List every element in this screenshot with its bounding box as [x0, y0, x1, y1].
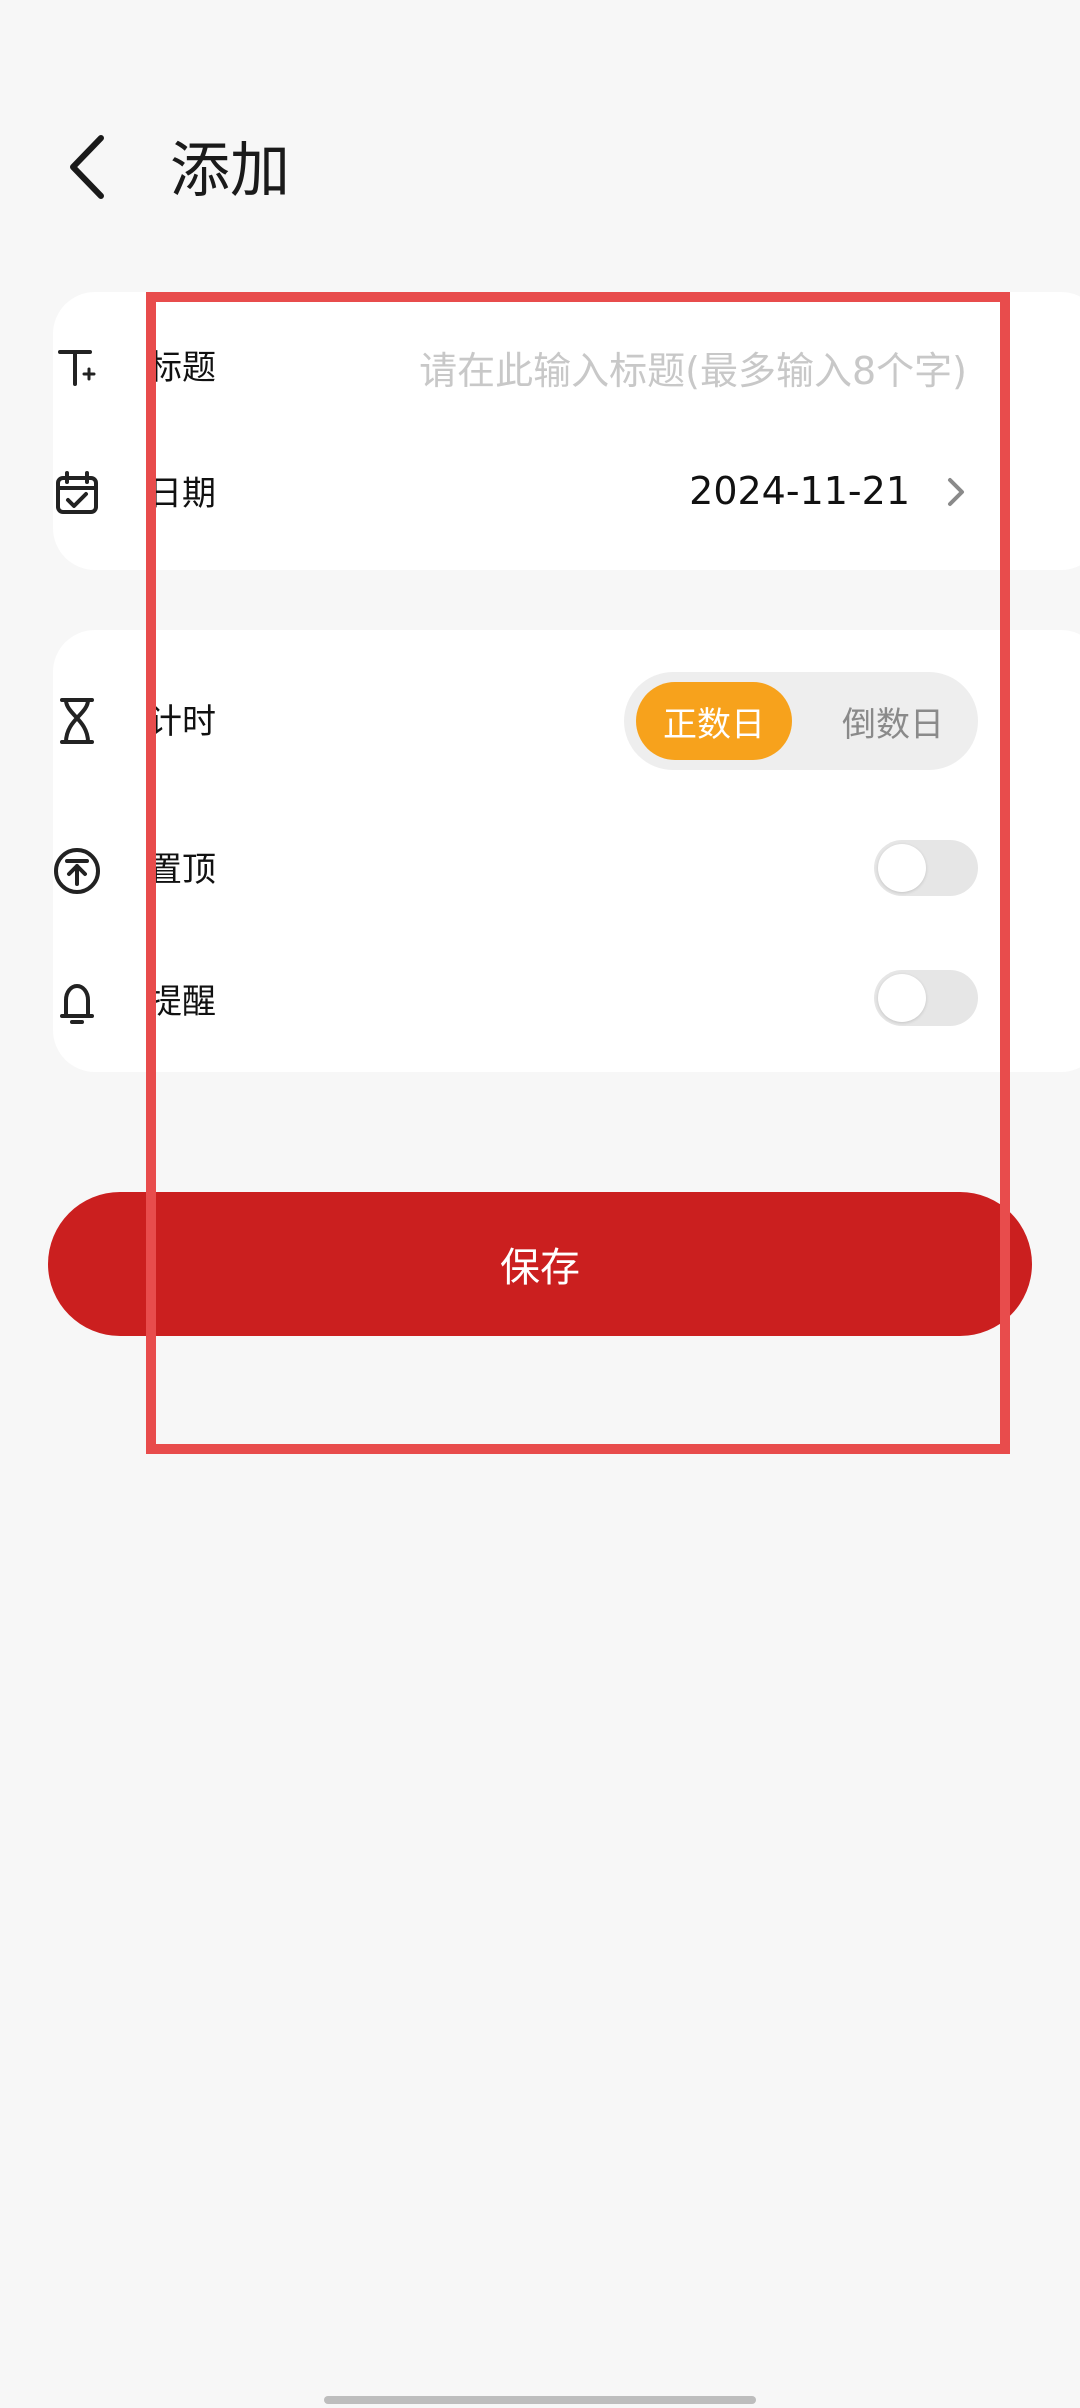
chevron-right-icon[interactable] — [940, 472, 972, 512]
header: 添加 — [0, 0, 1080, 300]
pin-toggle[interactable] — [874, 840, 978, 896]
reminder-toggle-knob — [878, 974, 926, 1022]
date-value[interactable]: 2024-11-21 — [0, 463, 910, 519]
reminder-toggle[interactable] — [874, 970, 978, 1026]
home-indicator[interactable] — [324, 2396, 756, 2404]
back-button[interactable] — [52, 122, 122, 212]
hourglass-icon — [52, 696, 102, 746]
title-label: 标题 — [148, 348, 216, 388]
page-title: 添加 — [170, 136, 290, 206]
timer-label: 计时 — [148, 702, 216, 742]
reminder-label: 提醒 — [148, 982, 216, 1022]
save-button[interactable]: 保存 — [48, 1192, 1032, 1336]
pin-top-icon — [52, 846, 102, 896]
back-arrow-icon — [70, 135, 104, 199]
save-button-label: 保存 — [500, 1245, 580, 1291]
title-input[interactable] — [305, 340, 969, 402]
text-icon — [52, 342, 102, 392]
pin-toggle-knob — [878, 844, 926, 892]
bell-icon — [52, 978, 102, 1028]
pin-label: 置顶 — [148, 850, 216, 890]
basic-info-card — [53, 292, 1080, 570]
timer-mode-segmented-control: 正数日 倒数日 — [624, 672, 978, 770]
count-up-option[interactable]: 正数日 — [636, 682, 792, 760]
countdown-option[interactable]: 倒数日 — [818, 682, 968, 760]
